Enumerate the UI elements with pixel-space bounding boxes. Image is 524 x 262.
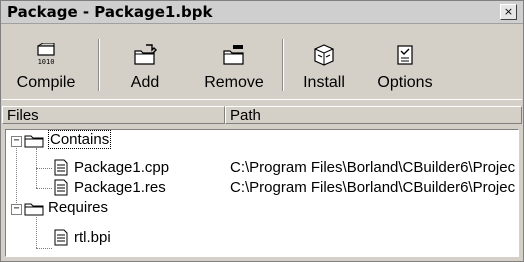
file-name: rtl.bpi [74, 229, 111, 246]
compile-label: Compile [16, 74, 76, 91]
close-button[interactable]: × [500, 4, 517, 20]
add-button[interactable]: Add [114, 25, 176, 97]
install-label: Install [303, 74, 345, 91]
document-icon [54, 179, 68, 196]
compile-button[interactable]: 1010 Compile [8, 25, 84, 97]
column-headers: Files Path [2, 106, 522, 126]
document-icon [54, 159, 68, 176]
window-title: Package - Package1.bpk [7, 3, 213, 21]
remove-button[interactable]: Remove [196, 25, 272, 97]
file-name: Package1.cpp [74, 159, 170, 176]
remove-label: Remove [204, 74, 264, 91]
tree-connector [16, 140, 17, 207]
requires-collapse-toggle[interactable]: − [11, 204, 22, 215]
contains-collapse-toggle[interactable]: − [11, 136, 22, 147]
package-window: Package - Package1.bpk × 1010 Compile Ad… [0, 0, 524, 262]
requires-label: Requires [48, 199, 109, 216]
requires-node[interactable]: Requires [48, 198, 108, 218]
file-name: Package1.res [74, 179, 166, 196]
tree-item-package1-cpp[interactable]: Package1.cpp [74, 158, 169, 178]
options-button[interactable]: Options [370, 25, 440, 97]
contains-label: Contains [48, 130, 112, 149]
svg-text:1010: 1010 [38, 58, 55, 66]
file-path: C:\Program Files\Borland\CBuilder6\Proje… [230, 159, 516, 176]
folder-icon [24, 135, 44, 148]
tree-connector [36, 217, 37, 248]
toolbar: 1010 Compile Add Remove Install Options [2, 25, 522, 100]
package-tree: − Contains Package1.cpp C:\Program Files… [5, 129, 519, 257]
remove-icon [223, 45, 244, 65]
path-column-header[interactable]: Path [225, 106, 522, 124]
options-label: Options [377, 74, 433, 91]
tree-connector [36, 188, 52, 189]
add-icon [134, 44, 157, 65]
toolbar-separator [282, 39, 284, 91]
folder-icon [24, 203, 44, 216]
options-icon [397, 45, 413, 65]
title-bar[interactable]: Package - Package1.bpk × [1, 1, 523, 24]
toolbar-separator [98, 39, 100, 91]
tree-connector [36, 248, 52, 249]
tree-connector [36, 168, 52, 169]
compile-icon: 1010 [37, 43, 55, 66]
document-icon [54, 229, 68, 246]
install-icon [314, 44, 334, 66]
tree-item-rtl-bpi[interactable]: rtl.bpi [74, 228, 111, 248]
contains-node[interactable]: Contains [48, 130, 112, 150]
files-column-header[interactable]: Files [2, 106, 225, 124]
add-label: Add [130, 74, 160, 91]
tree-item-package1-res[interactable]: Package1.res [74, 178, 166, 198]
file-path: C:\Program Files\Borland\CBuilder6\Proje… [230, 179, 516, 196]
install-button[interactable]: Install [292, 25, 356, 97]
